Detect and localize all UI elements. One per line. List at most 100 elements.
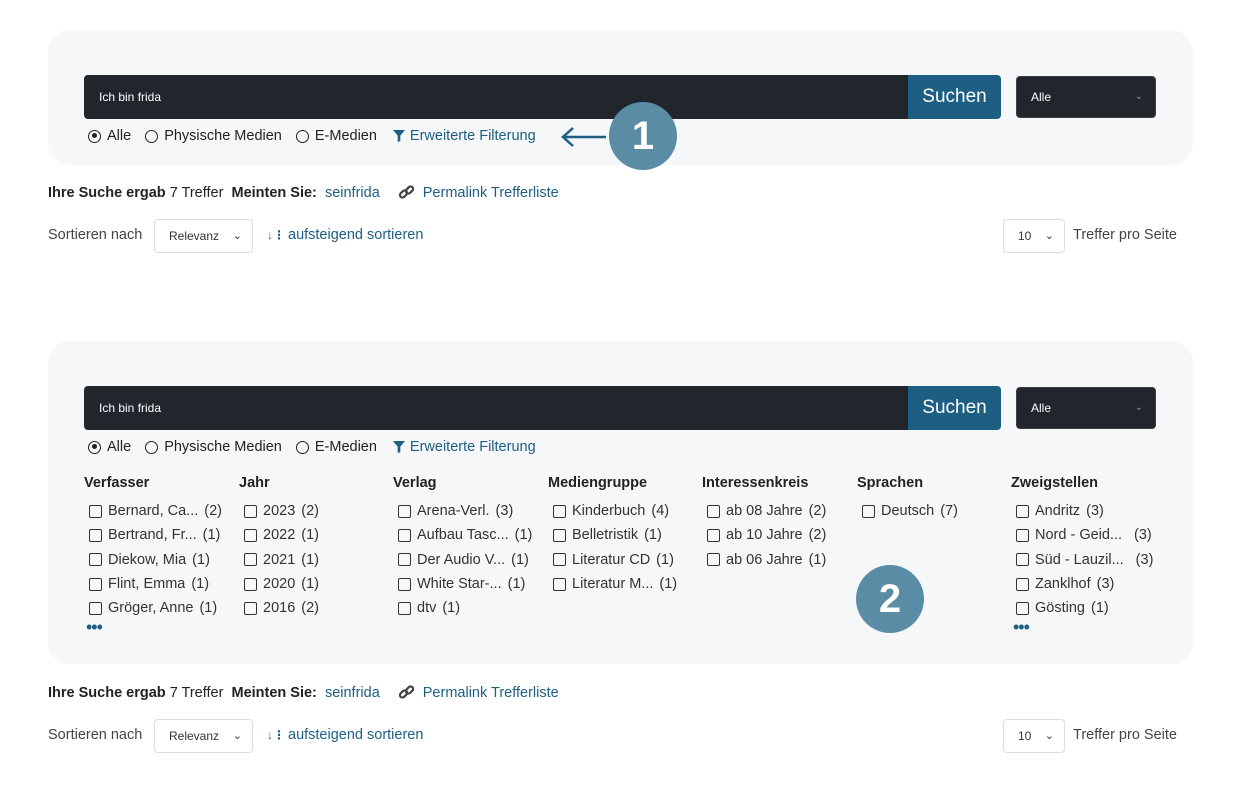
facet-option-count: (1)	[301, 576, 319, 593]
radio-physical[interactable]: Physische Medien	[145, 439, 282, 455]
arrow-left-icon	[561, 127, 606, 147]
facet-option[interactable]: ab 10 Jahre (2)	[702, 523, 852, 547]
facet-option-count: (1)	[507, 576, 526, 593]
checkbox-icon	[398, 504, 411, 518]
facet-option-count: (1)	[192, 551, 210, 568]
facet-option-count: (1)	[656, 551, 674, 568]
radio-label: E-Medien	[314, 128, 377, 144]
checkbox-icon	[244, 528, 257, 542]
radio-emedia[interactable]: E-Medien	[295, 128, 377, 144]
chevron-down-icon: ⌄	[232, 730, 242, 742]
scope-select[interactable]: Alle ⌄	[1016, 387, 1156, 429]
facet-option-count: (3)	[495, 503, 514, 520]
radio-unchecked-icon	[295, 129, 309, 143]
facet-option-label: Gösting	[1035, 600, 1085, 617]
permalink-link[interactable]: Permalink Trefferliste	[398, 684, 559, 701]
search-input[interactable]	[84, 386, 908, 430]
checkbox-icon	[553, 577, 566, 591]
facet-option-count: (7)	[940, 503, 958, 520]
sort-direction-link[interactable]: ↓⋮ aufsteigend sortieren	[267, 727, 423, 743]
link-icon	[398, 185, 414, 199]
facet-option-count: (1)	[514, 527, 533, 544]
facet-option[interactable]: ab 08 Jahre (2)	[702, 499, 852, 523]
search-button[interactable]: Suchen	[908, 386, 1001, 430]
facet-option[interactable]: Deutsch (7)	[857, 499, 1007, 523]
radio-emedia[interactable]: E-Medien	[295, 439, 377, 455]
facet-option[interactable]: Bertrand, Fr... (1)	[84, 523, 234, 547]
facet-option-label: Aufbau Tasc...	[417, 527, 509, 544]
radio-unchecked-icon	[145, 129, 159, 143]
suggest-link[interactable]: seinfrida	[325, 685, 380, 701]
facet-option-label: Literatur M...	[572, 576, 654, 593]
facet-option[interactable]: 2016 (2)	[239, 596, 389, 620]
sort-select[interactable]: Relevanz ⌄	[154, 219, 253, 253]
facet-option[interactable]: Literatur M... (1)	[548, 572, 698, 596]
sort-bar: Sortieren nach Relevanz ⌄ ↓⋮ aufsteigend s…	[48, 219, 1182, 253]
facet-option[interactable]: Süd - Lauzil... (3)	[1011, 548, 1161, 572]
checkbox-icon	[553, 504, 566, 518]
checkbox-icon	[707, 553, 720, 567]
facet-option[interactable]: Der Audio V... (1)	[393, 548, 543, 572]
checkbox-icon	[398, 553, 411, 567]
facet-option[interactable]: Literatur CD (1)	[548, 548, 698, 572]
facet-option-count: (3)	[1134, 527, 1152, 544]
facet-option[interactable]: Belletristik (1)	[548, 523, 698, 547]
facet-option[interactable]: Zanklhof (3)	[1011, 572, 1161, 596]
scope-select[interactable]: Alle ⌄	[1016, 76, 1156, 118]
suggest-link[interactable]: seinfrida	[325, 185, 380, 201]
facet-option[interactable]: 2023 (2)	[239, 499, 389, 523]
facet-option[interactable]: 2020 (1)	[239, 572, 389, 596]
per-page-label: Treffer pro Seite	[1073, 727, 1177, 743]
sort-select[interactable]: Relevanz ⌄	[154, 719, 253, 753]
radio-all[interactable]: Alle	[88, 128, 131, 144]
radio-physical[interactable]: Physische Medien	[145, 128, 282, 144]
permalink-link[interactable]: Permalink Trefferliste	[398, 184, 559, 201]
facet-option[interactable]: Gösting (1)	[1011, 596, 1161, 620]
checkbox-icon	[89, 528, 102, 542]
sort-direction-link[interactable]: ↓⋮ aufsteigend sortieren	[267, 227, 423, 243]
facet-option-count: (1)	[511, 551, 529, 568]
facet-option[interactable]: dtv (1)	[393, 596, 543, 620]
facet-option[interactable]: Diekow, Mia (1)	[84, 548, 234, 572]
result-summary: Ihre Suche ergab 7 Treffer Meinten Sie: …	[48, 184, 559, 201]
facet-option[interactable]: Gröger, Anne (1)	[84, 596, 234, 620]
checkbox-icon	[244, 577, 257, 591]
result-count: 7 Treffer	[169, 184, 224, 201]
per-page-select[interactable]: 10 ⌄	[1003, 219, 1065, 253]
advanced-filter-link[interactable]: Erweiterte Filterung	[392, 439, 536, 455]
permalink-label: Permalink Trefferliste	[422, 184, 559, 201]
facet-option[interactable]: Andritz (3)	[1011, 499, 1161, 523]
more-dots-icon[interactable]: •••	[1011, 618, 1161, 636]
radio-all[interactable]: Alle	[88, 439, 131, 455]
link-icon	[398, 685, 414, 699]
per-page-select[interactable]: 10 ⌄	[1003, 719, 1065, 753]
facet-option[interactable]: Arena-Verl. (3)	[393, 499, 543, 523]
facet-option[interactable]: Aufbau Tasc... (1)	[393, 523, 543, 547]
facet-option[interactable]: Bernard, Ca... (2)	[84, 499, 234, 523]
facet-option-label: Literatur CD	[572, 551, 651, 568]
chevron-down-icon: ⌄	[1044, 230, 1054, 242]
radio-label: E-Medien	[314, 439, 377, 455]
facet-title: Jahr	[239, 475, 270, 491]
advanced-filter-link[interactable]: Erweiterte Filterung	[392, 128, 536, 144]
search-bar: Suchen Alle ⌄	[84, 386, 1156, 430]
search-input[interactable]	[84, 75, 908, 119]
facet-option-count: (3)	[1086, 503, 1104, 520]
facet-option-count: (1)	[1090, 600, 1109, 617]
facet-title: Verlag	[393, 475, 437, 491]
facet-mediengruppe: Mediengruppe Kinderbuch (4) Belletristik (…	[548, 475, 698, 596]
facet-option[interactable]: Nord - Geid... (3)	[1011, 523, 1161, 547]
facet-option[interactable]: 2021 (1)	[239, 548, 389, 572]
advanced-filter-label: Erweiterte Filterung	[409, 128, 536, 144]
facet-option[interactable]: ab 06 Jahre (1)	[702, 548, 852, 572]
facet-option[interactable]: Flint, Emma (1)	[84, 572, 234, 596]
search-button[interactable]: Suchen	[908, 75, 1001, 119]
facet-title: Zweigstellen	[1011, 475, 1099, 491]
facet-zweigstellen: Zweigstellen Andritz (3) Nord - Geid... (3…	[1011, 475, 1161, 636]
facet-option[interactable]: White Star-... (1)	[393, 572, 543, 596]
more-dots-icon[interactable]: •••	[84, 618, 234, 636]
facet-option[interactable]: 2022 (1)	[239, 523, 389, 547]
search-panel-expanded: Suchen Alle ⌄ Alle Physische Medien E-Me…	[48, 341, 1193, 664]
facet-option-label: Kinderbuch	[572, 503, 646, 520]
facet-option[interactable]: Kinderbuch (4)	[548, 499, 698, 523]
